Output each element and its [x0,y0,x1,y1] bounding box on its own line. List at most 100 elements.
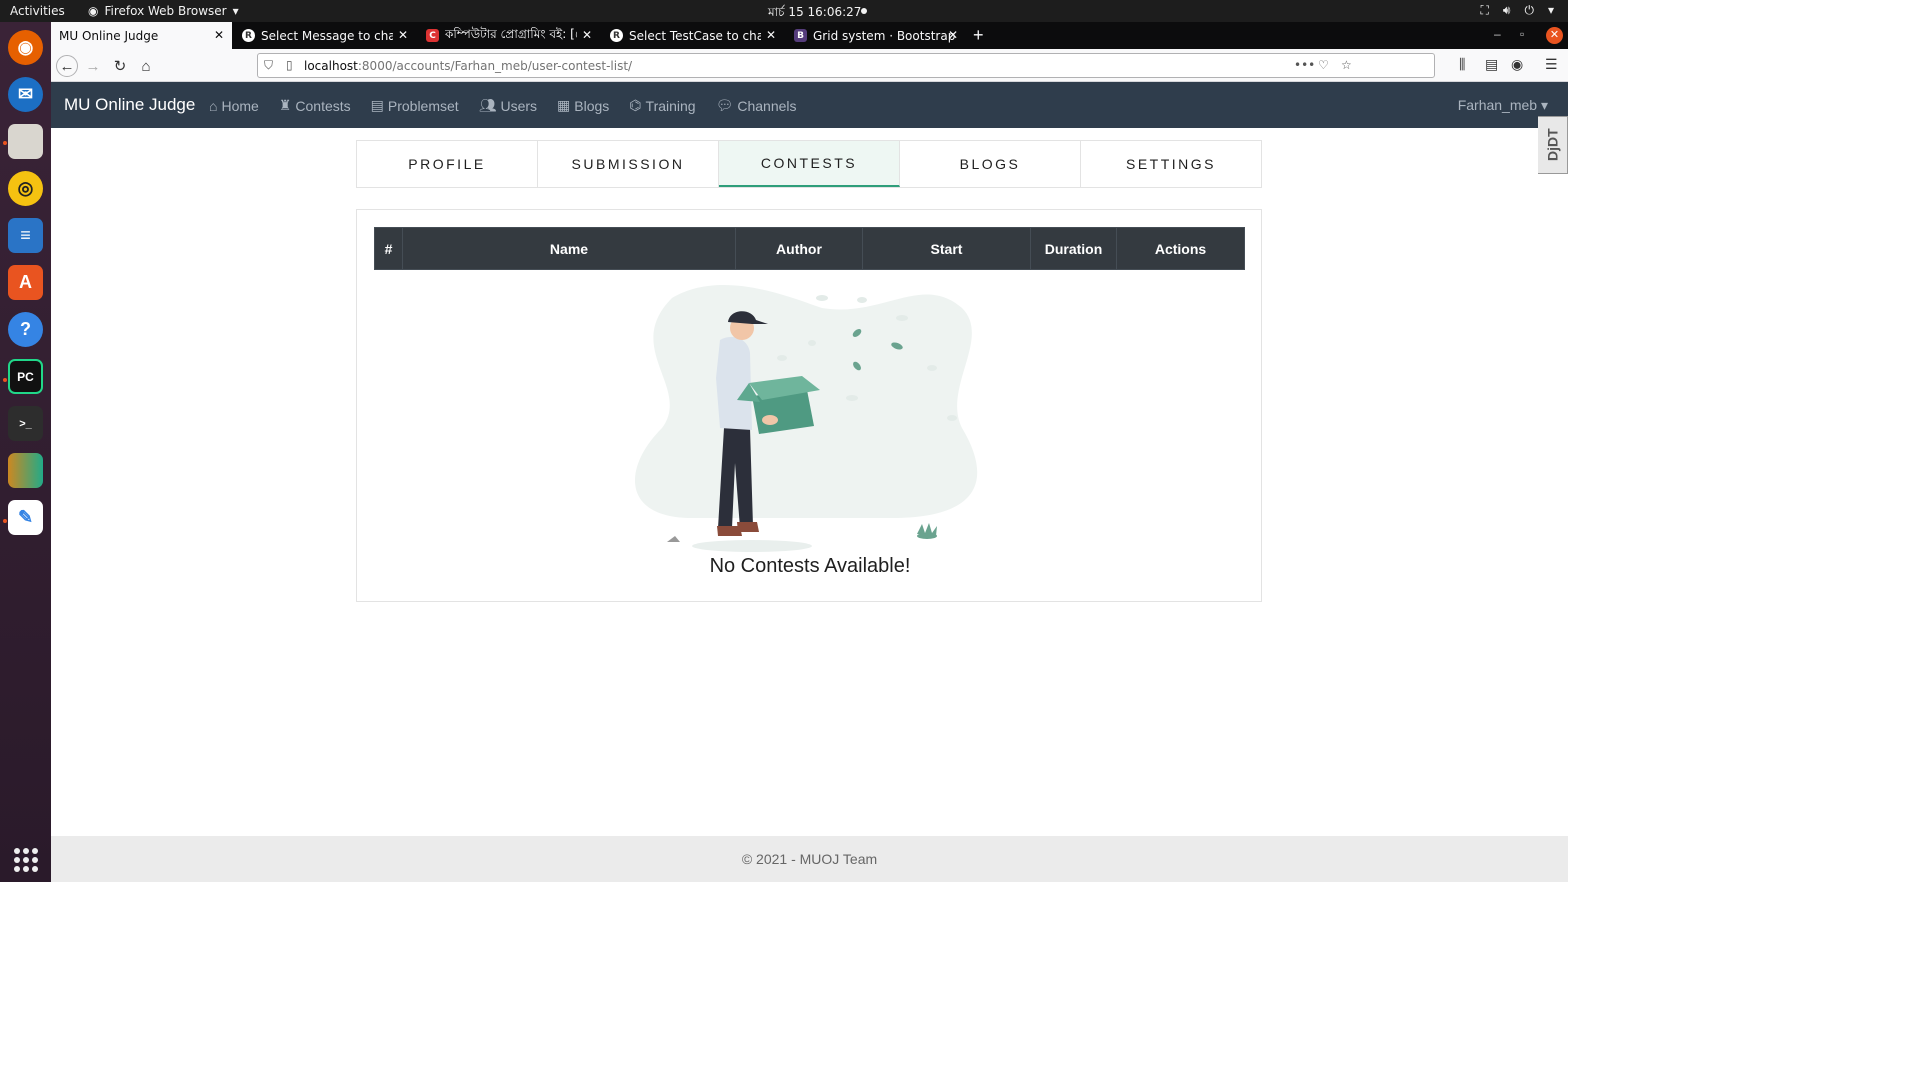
nav-link-label: Channels [737,97,797,114]
rhythmbox-launcher[interactable]: ◎ [8,171,43,206]
user-dropdown[interactable]: Farhan_meb ▾ [1458,97,1548,114]
nav-link-contests[interactable]: ♜ Contests [279,97,351,114]
close-icon[interactable]: ✕ [214,28,224,42]
users-icon: 👥︎ [478,97,497,113]
browser-tab[interactable]: C কম্পিউটার প্রোগ্রামিং বই: [প্রো ✕ [418,22,600,49]
favicon-icon: R [242,29,255,42]
window-close-icon[interactable]: ✕ [1546,27,1563,44]
bookmark-star-icon[interactable]: ☆ [1341,58,1352,72]
browser-tab[interactable]: B Grid system · Bootstrap ✕ [786,22,966,49]
text-editor-launcher[interactable]: ✎ [8,500,43,535]
site-brand[interactable]: MU Online Judge [64,95,195,115]
favicon-icon: C [426,29,439,42]
nav-link-users[interactable]: 👥︎ Users [479,97,537,114]
tab-settings[interactable]: SETTINGS [1081,141,1261,187]
column-header-duration: Duration [1030,227,1117,270]
close-icon[interactable]: ✕ [948,28,958,42]
table-header-row: # Name Author Start Duration Actions [374,227,1245,270]
pycharm-launcher[interactable]: PC [8,359,43,394]
nav-link-label: Contests [295,97,351,114]
caret-down-icon: ▾ [1540,97,1548,113]
running-indicator [3,141,7,145]
system-top-bar: Activities ◉ Firefox Web Browser ▾ মার্চ… [0,0,1568,22]
browser-tab[interactable]: R Select TestCase to chang ✕ [602,22,784,49]
tab-title: Grid system · Bootstrap [813,28,956,43]
volume-icon: 🔊︎ [1502,3,1511,17]
nav-link-blogs[interactable]: ▦ Blogs [557,97,609,114]
nav-links: ⌂ Home ♜ Contests ▤ Problemset 👥︎ Users ▦ Blo… [209,97,797,114]
show-applications-icon[interactable] [14,848,38,872]
contest-table: # Name Author Start Duration Actions [374,227,1245,270]
activities-button[interactable]: Activities [10,4,65,18]
menu-icon[interactable]: ☰ [1545,56,1558,73]
site-navbar: MU Online Judge ⌂ Home ♜ Contests ▤ Problem… [51,82,1568,128]
home-icon[interactable]: ⌂ [135,55,157,77]
firefox-launcher[interactable]: ◉ [8,30,43,65]
app-menu[interactable]: ◉ Firefox Web Browser ▾ [88,4,239,18]
clock[interactable]: মার্চ 15 16:06:27 [768,4,861,24]
running-indicator [3,378,7,382]
chevron-down-icon: ▾ [1547,3,1554,17]
site-footer: © 2021 - MUOJ Team [51,836,1568,882]
system-tray[interactable]: ⛶ 🔊︎ ⏻ ▾ [1481,3,1555,18]
software-launcher[interactable]: A [8,265,43,300]
page-info-icon[interactable]: ▯ [286,58,293,72]
url-bar[interactable]: ⛉ ▯ localhost:8000/accounts/Farhan_meb/u… [257,53,1435,78]
column-header-name: Name [402,227,736,270]
thunderbird-launcher[interactable]: ✉ [8,77,43,112]
nav-link-problemset[interactable]: ▤ Problemset [371,97,459,114]
list-icon: ▤ [370,97,384,113]
close-icon[interactable]: ✕ [582,28,592,42]
dock: ◉ ✉ ◎ ≡ A ? PC >_ ✎ [0,22,51,882]
contest-list-card: # Name Author Start Duration Actions No … [356,209,1262,602]
comments-icon: 💬︎ [715,97,734,113]
url-path: :8000/accounts/Farhan_meb/user-contest-l… [357,59,633,73]
tab-blogs[interactable]: BLOGS [900,141,1081,187]
power-icon: ⏻ [1524,3,1534,17]
network-icon: ⛶ [1480,3,1489,17]
more-actions-icon[interactable]: ••• [1294,58,1315,72]
close-icon[interactable]: ✕ [766,28,776,42]
tab-submission[interactable]: SUBMISSION [538,141,719,187]
library-icon[interactable]: ⫼ [1459,56,1465,73]
shield-icon[interactable]: ⛉ [264,58,273,73]
restore-icon[interactable]: ▫ [1520,27,1524,41]
notification-dot [861,8,867,14]
files-launcher[interactable] [8,124,43,159]
pocket-icon[interactable]: ♡ [1318,58,1329,72]
column-header-actions: Actions [1116,227,1245,270]
minimize-icon[interactable]: – [1494,27,1501,41]
sidebar-icon[interactable]: ▤ [1485,56,1498,73]
tab-contests[interactable]: CONTESTS [719,141,900,187]
url-host: localhost [304,59,358,73]
account-icon[interactable]: ◉ [1511,56,1523,73]
terminal-launcher[interactable]: >_ [8,406,43,441]
chevron-down-icon: ▾ [232,4,239,18]
help-launcher[interactable]: ? [8,312,43,347]
browser-tab[interactable]: R Select Message to chang ✕ [234,22,416,49]
debug-toolbar-handle[interactable]: DjDT [1538,116,1568,174]
firefox-icon: ◉ [88,4,99,18]
url-text[interactable]: localhost:8000/accounts/Farhan_meb/user-… [304,59,632,73]
running-indicator [3,519,7,523]
column-header-start: Start [862,227,1031,270]
browser-tab[interactable]: MU Online Judge ✕ [51,22,232,49]
nav-link-home[interactable]: ⌂ Home [209,97,259,114]
nav-link-channels[interactable]: 💬︎ Channels [716,97,797,114]
sketch-launcher[interactable] [8,453,43,488]
reload-icon[interactable]: ↻ [109,55,131,77]
new-tab-icon[interactable]: + [973,25,984,46]
tab-profile[interactable]: PROFILE [357,141,538,187]
writer-launcher[interactable]: ≡ [8,218,43,253]
nav-link-label: Home [221,97,259,114]
nav-link-label: Training [645,97,696,114]
close-icon[interactable]: ✕ [398,28,408,42]
profile-tabs: PROFILE SUBMISSION CONTESTS BLOGS SETTIN… [356,140,1262,188]
tab-title: Select TestCase to chang [629,28,761,43]
nav-link-training[interactable]: ⌬ Training [629,97,695,114]
column-header-author: Author [735,227,863,270]
graduation-cap-icon: ⌬ [629,97,642,113]
back-icon[interactable]: ← [56,55,78,77]
tab-title: Select Message to chang [261,28,393,43]
forward-icon[interactable]: → [82,55,104,77]
